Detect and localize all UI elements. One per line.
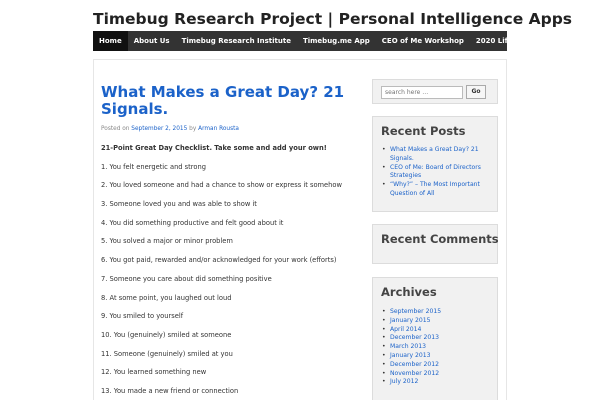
checklist-intro: 21-Point Great Day Checklist. Take some … (101, 144, 327, 152)
recent-posts-list: What Makes a Great Day? 21 Signals. CEO … (381, 146, 495, 199)
nav-about-us[interactable]: About Us (128, 31, 176, 51)
by-label: by (189, 126, 197, 132)
archive-link[interactable]: April 2014 (390, 326, 421, 333)
checklist-item: 12. You learned something new (101, 368, 207, 377)
archive-item: January 2013 (381, 352, 495, 361)
checklist-item: 3. Someone loved you and was able to sho… (101, 200, 257, 209)
archive-item: September 2015 (381, 308, 495, 317)
archive-item: January 2015 (381, 317, 495, 326)
archive-link[interactable]: July 2012 (390, 378, 418, 385)
archive-item: April 2014 (381, 326, 495, 335)
post-title[interactable]: What Makes a Great Day? 21 Signals. (101, 84, 346, 118)
archive-item: March 2013 (381, 343, 495, 352)
nav-timebug-me-app[interactable]: Timebug.me App (297, 31, 376, 51)
post-date-link[interactable]: September 2, 2015 (131, 126, 187, 132)
nav-2020-life-vision-challenge[interactable]: 2020 Life Vision Challenge (470, 31, 587, 51)
archive-item: November 2012 (381, 370, 495, 379)
search-widget: Go (372, 79, 498, 104)
checklist-item: 13. You made a new friend or connection (101, 386, 239, 395)
recent-posts-widget: Recent Posts What Makes a Great Day? 21 … (372, 116, 498, 212)
posted-on-label: Posted on (101, 126, 130, 132)
checklist-item: 10. You (genuinely) smiled at someone (101, 330, 232, 339)
archive-link[interactable]: January 2015 (390, 317, 431, 324)
recent-post-link[interactable]: “Why?” – The Most Important Question of … (390, 181, 480, 197)
post-meta: Posted on September 2, 2015 by Arman Rou… (101, 126, 346, 132)
archive-link[interactable]: March 2013 (390, 343, 426, 350)
recent-post-item: What Makes a Great Day? 21 Signals. (381, 146, 495, 164)
recent-post-link[interactable]: CEO of Me: Board of Directors Strategies (390, 164, 481, 180)
post-article: What Makes a Great Day? 21 Signals. Post… (101, 84, 346, 400)
checklist-item: 7. Someone you care about did something … (101, 274, 272, 283)
archives-widget: Archives September 2015 January 2015 Apr… (372, 277, 498, 400)
checklist-item: 11. Someone (genuinely) smiled at you (101, 349, 233, 358)
archive-link[interactable]: December 2012 (390, 361, 439, 368)
archives-heading: Archives (381, 285, 437, 299)
nav-home[interactable]: Home (93, 31, 128, 51)
search-go-button[interactable]: Go (466, 85, 486, 99)
checklist-item: 9. You smiled to yourself (101, 312, 184, 321)
archive-item: July 2012 (381, 378, 495, 387)
recent-post-item: CEO of Me: Board of Directors Strategies (381, 164, 495, 182)
checklist-item: 8. At some point, you laughed out loud (101, 293, 232, 302)
archive-link[interactable]: December 2013 (390, 334, 439, 341)
recent-post-item: “Why?” – The Most Important Question of … (381, 181, 495, 199)
recent-posts-heading: Recent Posts (381, 124, 466, 138)
recent-post-link[interactable]: What Makes a Great Day? 21 Signals. (390, 146, 479, 162)
archive-item: December 2012 (381, 361, 495, 370)
post-author-link[interactable]: Arman Rousta (198, 126, 239, 132)
recent-comments-widget: Recent Comments (372, 224, 499, 264)
archive-item: December 2013 (381, 334, 495, 343)
search-input[interactable] (381, 86, 463, 99)
checklist-item: 2. You loved someone and had a chance to… (101, 181, 342, 190)
main-nav: Home About Us Timebug Research Institute… (93, 31, 581, 51)
checklist-item: 4. You did something productive and felt… (101, 218, 284, 227)
archive-link[interactable]: January 2013 (390, 352, 431, 359)
nav-timebug-research-institute[interactable]: Timebug Research Institute (176, 31, 297, 51)
recent-comments-heading: Recent Comments (381, 232, 499, 246)
archive-link[interactable]: September 2015 (390, 308, 441, 315)
archives-list: September 2015 January 2015 April 2014 D… (381, 308, 495, 387)
post-body: 21-Point Great Day Checklist. Take some … (101, 144, 346, 400)
checklist-item: 6. You got paid, rewarded and/or acknowl… (101, 256, 337, 265)
nav-ceo-of-me-workshop[interactable]: CEO of Me Workshop (376, 31, 470, 51)
archive-link[interactable]: November 2012 (390, 370, 439, 377)
checklist-item: 1. You felt energetic and strong (101, 162, 206, 171)
checklist-item: 5. You solved a major or minor problem (101, 237, 233, 246)
site-title[interactable]: Timebug Research Project | Personal Inte… (93, 10, 572, 28)
